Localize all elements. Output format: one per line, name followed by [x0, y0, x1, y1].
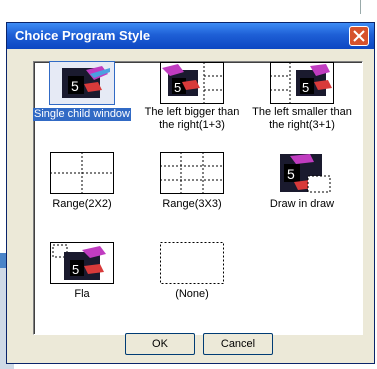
left-bigger-thumbnail: 5 — [160, 62, 224, 104]
choice-program-style-dialog: Choice Program Style 5 Single child wind… — [6, 22, 375, 364]
svg-text:5: 5 — [302, 80, 309, 95]
single-child-window-thumbnail: 5 — [49, 61, 115, 105]
style-label: (None) — [175, 288, 209, 300]
close-button[interactable] — [349, 26, 369, 46]
style-single-child-window[interactable]: 5 Single child window — [26, 61, 138, 122]
fla-thumbnail: 5 — [50, 242, 114, 284]
style-left-smaller-3-1[interactable]: 5 The left smaller than the right(3+1) — [246, 62, 358, 133]
svg-text:5: 5 — [174, 80, 181, 95]
dialog-title: Choice Program Style — [15, 28, 151, 43]
cancel-button[interactable]: Cancel — [203, 333, 273, 355]
style-none[interactable]: (None) — [136, 242, 248, 302]
style-list[interactable]: 5 Single child window 5 The left bigger … — [33, 61, 363, 335]
svg-text:5: 5 — [71, 78, 79, 94]
style-range-3x3[interactable]: Range(3X3) — [136, 152, 248, 212]
ok-button[interactable]: OK — [125, 333, 195, 355]
title-bar[interactable]: Choice Program Style — [7, 23, 374, 49]
style-left-bigger-1-3[interactable]: 5 The left bigger than the right(1+3) — [136, 62, 248, 133]
left-smaller-thumbnail: 5 — [270, 62, 334, 104]
draw-in-draw-thumbnail: 5 — [270, 152, 334, 194]
svg-text:5: 5 — [72, 262, 79, 277]
none-thumbnail — [160, 242, 224, 284]
close-icon — [353, 30, 365, 42]
style-range-2x2[interactable]: Range(2X2) — [26, 152, 138, 212]
style-label: The left bigger than the right(1+3) — [144, 106, 240, 131]
style-draw-in-draw[interactable]: 5 Draw in draw — [246, 152, 358, 212]
style-label: Single child window — [33, 108, 131, 121]
range-3x3-thumbnail — [160, 152, 224, 194]
style-label: Range(3X3) — [162, 198, 222, 210]
svg-text:5: 5 — [287, 166, 295, 182]
style-label: Fla — [74, 288, 90, 300]
style-label: Range(2X2) — [52, 198, 112, 210]
desktop-edge — [360, 0, 369, 14]
style-label: Draw in draw — [269, 198, 335, 210]
range-2x2-thumbnail — [50, 152, 114, 194]
style-fla[interactable]: 5 Fla — [26, 242, 138, 302]
style-label: The left smaller than the right(3+1) — [252, 106, 352, 131]
